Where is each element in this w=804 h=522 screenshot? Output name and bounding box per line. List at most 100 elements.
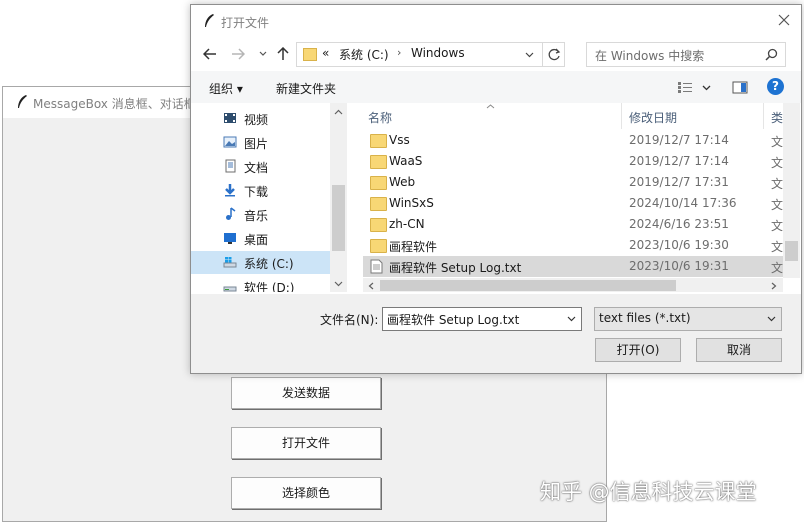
download-icon — [225, 184, 235, 197]
open-button[interactable]: 打开(O) — [595, 338, 681, 362]
file-row[interactable]: 画程软件 Setup Log.txt 2023/10/6 19:31 文 — [363, 256, 783, 277]
pictures-icon — [223, 136, 237, 148]
nav-item[interactable]: 软件 (D:) — [191, 275, 331, 292]
file-type: 文 — [771, 219, 783, 233]
recent-locations-chevron-icon[interactable] — [259, 51, 267, 57]
scroll-up-icon[interactable] — [334, 109, 343, 115]
forward-arrow-icon[interactable] — [231, 48, 245, 60]
file-row[interactable]: WaaS 2019/12/7 17:14 文 — [363, 151, 783, 172]
file-name: WaaS — [389, 154, 423, 168]
file-type: 文 — [771, 261, 783, 275]
nav-scrollbar[interactable] — [330, 103, 347, 292]
h-scroll-thumb[interactable] — [380, 280, 676, 291]
file-date: 2019/12/7 17:14 — [629, 154, 729, 168]
view-options-icon[interactable] — [677, 81, 693, 94]
nav-item[interactable]: 下载 — [191, 179, 331, 202]
preview-pane-icon[interactable] — [732, 81, 748, 94]
column-header-name[interactable]: 名称 — [368, 109, 392, 126]
nav-item-label: 文档 — [244, 161, 269, 175]
new-folder-button[interactable]: 新建文件夹 — [276, 80, 336, 97]
file-date: 2024/10/14 17:36 — [629, 196, 737, 210]
dialog-footer: 文件名(N): 画程软件 Setup Log.txt text files (*… — [191, 294, 801, 373]
close-icon[interactable] — [778, 14, 790, 26]
address-crumb-windows[interactable]: Windows — [411, 46, 465, 60]
help-icon[interactable]: ? — [767, 78, 784, 95]
dialog-title-bar: 打开文件 — [191, 5, 801, 37]
navigation-pane: 视频图片文档下载音乐桌面系统 (C:) 软件 (D:) — [191, 103, 346, 292]
filename-input[interactable]: 画程软件 Setup Log.txt — [382, 307, 582, 331]
filetype-value[interactable]: text files (*.txt) — [599, 311, 691, 325]
column-divider — [763, 103, 764, 129]
address-bar[interactable]: « 系统 (C:) › Windows — [296, 42, 565, 67]
navigation-bar: « 系统 (C:) › Windows 在 Windows 中搜索 — [191, 37, 801, 71]
nav-item[interactable]: 桌面 — [191, 227, 331, 250]
chevron-down-icon[interactable] — [567, 316, 576, 322]
search-box[interactable]: 在 Windows 中搜索 — [586, 42, 786, 67]
nav-item-label: 下载 — [244, 185, 269, 199]
column-header-date[interactable]: 修改日期 — [629, 109, 677, 126]
nav-scroll-thumb[interactable] — [332, 185, 345, 251]
file-name: WinSxS — [389, 196, 434, 210]
scroll-right-icon[interactable] — [771, 282, 777, 290]
refresh-icon[interactable] — [548, 48, 561, 61]
file-name: zh-CN — [389, 217, 425, 231]
drive-d-icon — [223, 286, 237, 292]
up-arrow-icon[interactable] — [277, 47, 289, 61]
file-name: Web — [389, 175, 416, 189]
file-row[interactable]: Vss 2019/12/7 17:14 文 — [363, 130, 783, 151]
chevron-down-icon[interactable] — [525, 52, 534, 58]
filetype-select[interactable]: text files (*.txt) — [594, 307, 782, 331]
file-scrollbar[interactable] — [783, 103, 800, 278]
desktop-icon — [224, 233, 236, 244]
scroll-left-icon[interactable] — [368, 282, 374, 290]
horizontal-scrollbar[interactable] — [363, 278, 783, 292]
file-type: 文 — [771, 240, 783, 254]
nav-item-label: 视频 — [244, 113, 269, 127]
nav-item[interactable]: 图片 — [191, 131, 331, 154]
file-date: 2023/10/6 19:31 — [629, 259, 729, 273]
folder-icon — [303, 48, 317, 61]
nav-item-label: 音乐 — [244, 209, 269, 223]
folder-icon — [370, 197, 387, 211]
video-icon — [224, 113, 236, 123]
scroll-down-icon[interactable] — [334, 281, 343, 287]
window-title: MessageBox 消息框、对话框 — [33, 97, 196, 111]
nav-item-label: 桌面 — [244, 233, 269, 247]
view-chevron-down-icon[interactable] — [702, 85, 711, 91]
choose-color-button[interactable]: 选择颜色 — [231, 477, 381, 509]
file-date: 2024/6/16 23:51 — [629, 217, 729, 231]
nav-item[interactable]: 系统 (C:) — [191, 251, 331, 274]
nav-item-label: 软件 (D:) — [244, 281, 295, 292]
cancel-button[interactable]: 取消 — [696, 338, 782, 362]
address-overflow[interactable]: « — [322, 46, 329, 60]
send-data-button[interactable]: 发送数据 — [231, 377, 381, 409]
file-row[interactable]: 画程软件 2023/10/6 19:30 文 — [363, 235, 783, 256]
filename-value[interactable]: 画程软件 Setup Log.txt — [387, 311, 519, 328]
nav-item[interactable]: 音乐 — [191, 203, 331, 226]
nav-item[interactable]: 视频 — [191, 107, 331, 130]
file-type: 文 — [771, 135, 783, 149]
file-row[interactable]: zh-CN 2024/6/16 23:51 文 — [363, 214, 783, 235]
sort-ascending-icon — [486, 104, 495, 109]
address-crumb-drive[interactable]: 系统 (C:) — [339, 46, 389, 63]
feather-icon — [18, 95, 27, 108]
back-arrow-icon[interactable] — [203, 48, 217, 60]
file-type: 文 — [771, 198, 783, 212]
column-header-type[interactable]: 类 — [771, 109, 783, 126]
nav-item-label: 图片 — [244, 137, 269, 151]
text-file-icon — [370, 259, 383, 274]
file-scroll-thumb[interactable] — [785, 241, 798, 261]
file-row[interactable]: WinSxS 2024/10/14 17:36 文 — [363, 193, 783, 214]
nav-item-label: 系统 (C:) — [244, 257, 294, 271]
music-icon — [226, 207, 236, 220]
folder-icon — [370, 218, 387, 232]
open-file-button[interactable]: 打开文件 — [231, 427, 381, 459]
folder-icon — [370, 155, 387, 169]
search-icon[interactable] — [765, 48, 778, 61]
file-row[interactable]: Web 2019/12/7 17:31 文 — [363, 172, 783, 193]
chevron-down-icon[interactable] — [767, 316, 776, 322]
file-type: 文 — [771, 156, 783, 170]
organize-menu[interactable]: 组织 ▾ — [209, 80, 243, 97]
browser-body: 视频图片文档下载音乐桌面系统 (C:) 软件 (D:) 名称 修改日期 类 Vss… — [191, 103, 801, 294]
nav-item[interactable]: 文档 — [191, 155, 331, 178]
